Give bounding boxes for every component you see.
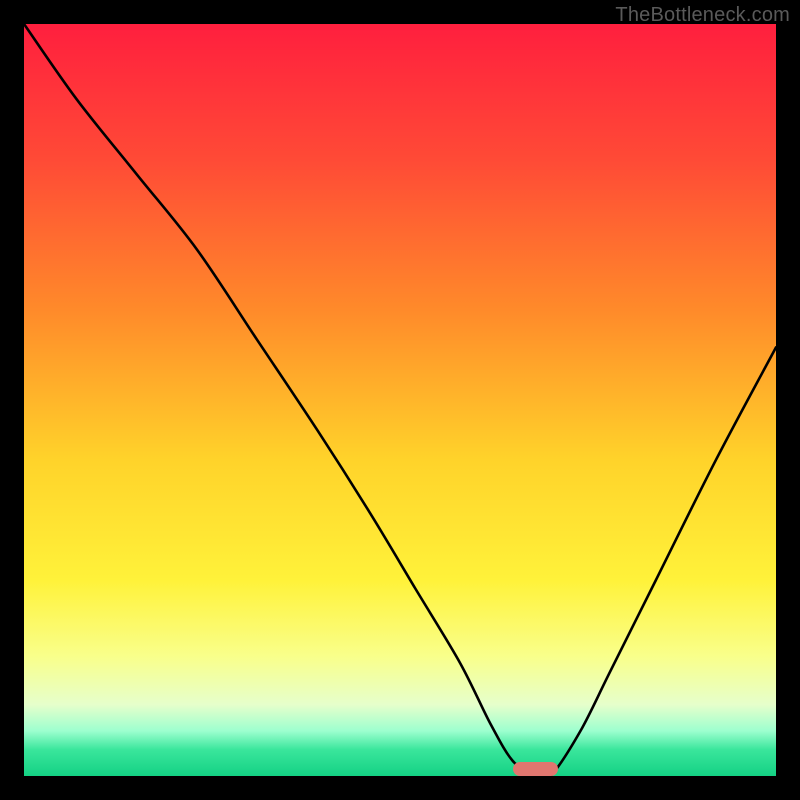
bottleneck-curve: [24, 24, 776, 776]
optimal-point-marker: [513, 762, 558, 776]
plot-area: [24, 24, 776, 776]
watermark-text: TheBottleneck.com: [615, 4, 790, 27]
chart-frame: TheBottleneck.com: [0, 0, 800, 800]
